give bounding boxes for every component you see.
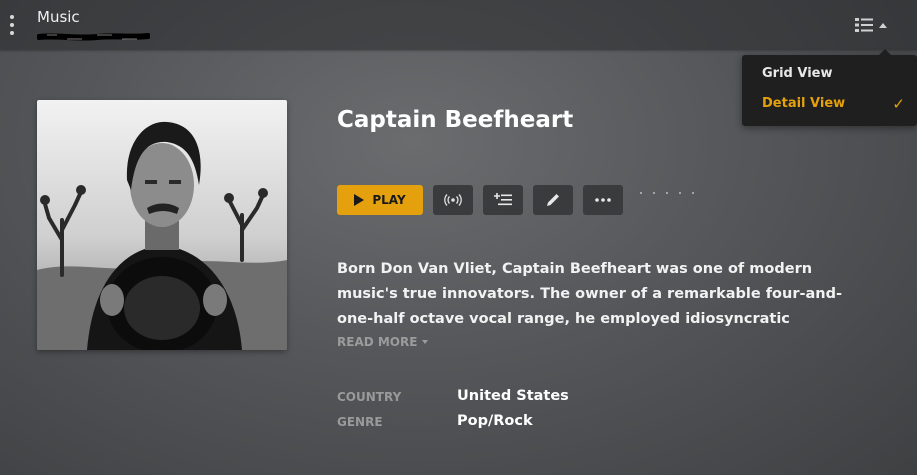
list-view-icon bbox=[855, 18, 873, 32]
artist-photo bbox=[37, 100, 287, 350]
checkmark-icon: ✓ bbox=[892, 95, 905, 113]
artist-name: Captain Beefheart bbox=[337, 107, 574, 133]
artist-photo-art bbox=[37, 100, 287, 350]
radio-button[interactable] bbox=[433, 185, 473, 215]
rating-dot[interactable] bbox=[692, 192, 694, 194]
caret-up-icon bbox=[879, 22, 887, 28]
star-rating[interactable] bbox=[640, 192, 694, 194]
rating-dot[interactable] bbox=[640, 192, 642, 194]
genre-label: GENRE bbox=[337, 415, 383, 429]
redacted-subtitle bbox=[37, 33, 150, 41]
edit-icon bbox=[547, 194, 559, 206]
genre-value[interactable]: Pop/Rock bbox=[457, 413, 533, 429]
more-icon bbox=[595, 198, 611, 202]
country-value[interactable]: United States bbox=[457, 388, 569, 404]
read-more-label: READ MORE bbox=[337, 335, 418, 349]
page-title: Music bbox=[37, 8, 80, 26]
play-label: PLAY bbox=[372, 193, 406, 207]
edit-button[interactable] bbox=[533, 185, 573, 215]
top-bar: Music bbox=[0, 0, 917, 50]
rating-dot[interactable] bbox=[679, 192, 681, 194]
artist-summary: Born Don Van Vliet, Captain Beefheart wa… bbox=[337, 261, 842, 327]
more-button[interactable] bbox=[583, 185, 623, 215]
rating-dot[interactable] bbox=[666, 192, 668, 194]
add-to-queue-icon bbox=[494, 193, 512, 206]
radio-icon bbox=[444, 194, 462, 206]
add-to-queue-button[interactable] bbox=[483, 185, 523, 215]
rating-dot[interactable] bbox=[653, 192, 655, 194]
caret-down-icon bbox=[422, 340, 429, 344]
play-button[interactable]: PLAY bbox=[337, 185, 423, 215]
read-more-link[interactable]: READ MORE bbox=[337, 335, 429, 349]
view-toggle-button[interactable] bbox=[855, 15, 895, 35]
play-icon bbox=[354, 194, 365, 206]
view-dropdown-menu: Grid View Detail View ✓ bbox=[742, 49, 917, 126]
country-label: COUNTRY bbox=[337, 390, 402, 404]
menu-item-grid-view[interactable]: Grid View bbox=[762, 66, 832, 81]
more-options-icon[interactable] bbox=[8, 15, 16, 35]
menu-item-detail-view[interactable]: Detail View bbox=[762, 96, 845, 111]
